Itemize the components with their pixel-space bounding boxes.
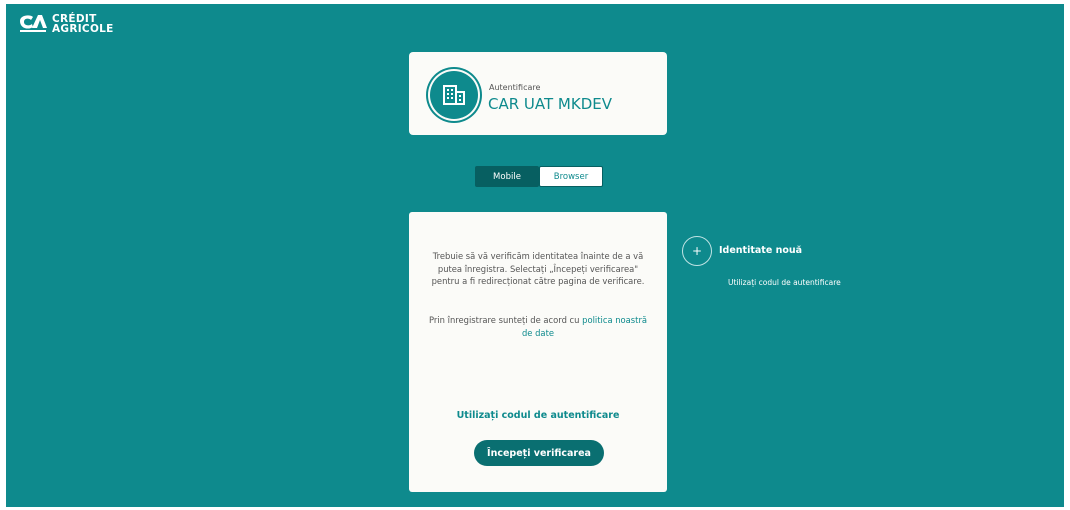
building-icon (443, 85, 465, 105)
verification-info-text: Trebuie să vă verificăm identitatea înai… (431, 251, 645, 286)
plus-icon[interactable]: + (682, 236, 712, 266)
browser-tab[interactable]: Browser (539, 166, 603, 187)
mode-toggle: Mobile Browser (475, 166, 603, 187)
policy-prefix: Prin înregistrare sunteți de acord cu (428, 315, 583, 325)
side-use-auth-code-link[interactable]: Utilizați codul de autentificare (728, 278, 841, 287)
mobile-tab[interactable]: Mobile (475, 166, 539, 187)
credit-agricole-logo: CRÉDIT AGRICOLE (18, 13, 114, 35)
brand-line-2: AGRICOLE (52, 23, 114, 35)
auth-label: Autentificare (489, 83, 541, 92)
verification-card: Trebuie să vă verificăm identitatea înai… (409, 212, 667, 492)
identity-card: Autentificare CAR UAT MKDEV (409, 52, 667, 135)
page-background: CRÉDIT AGRICOLE Autentificare CAR UAT MK… (6, 4, 1064, 507)
tenant-name: CAR UAT MKDEV (488, 95, 612, 113)
brand-name: CRÉDIT AGRICOLE (52, 14, 114, 35)
building-avatar (430, 71, 478, 119)
use-auth-code-link[interactable]: Utilizați codul de autentificare (409, 410, 667, 421)
new-identity-link[interactable]: Identitate nouă (719, 245, 802, 256)
credit-agricole-logo-icon (20, 15, 47, 32)
policy-text: Prin înregistrare sunteți de acord cu po… (423, 314, 653, 339)
start-verification-button[interactable]: Începeți verificarea (474, 440, 604, 466)
